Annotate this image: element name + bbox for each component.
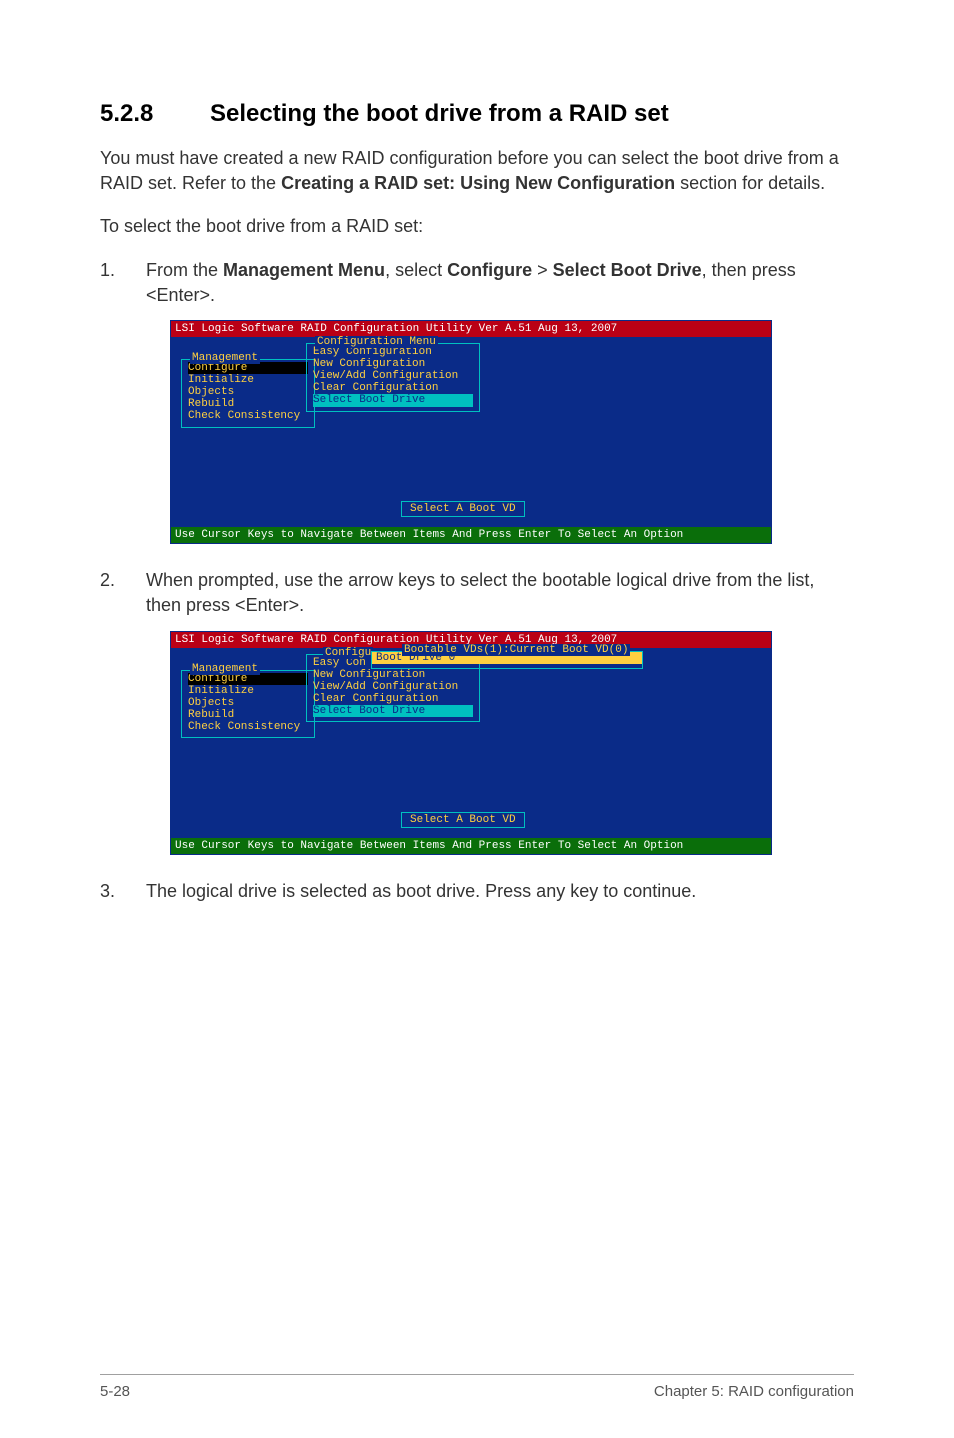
- mgmt-item-objects[interactable]: Objects: [188, 386, 308, 398]
- bios-console-1: LSI Logic Software RAID Configuration Ut…: [170, 320, 772, 544]
- step-3-body: The logical drive is selected as boot dr…: [146, 879, 854, 904]
- step-2: 2. When prompted, use the arrow keys to …: [100, 568, 854, 618]
- step-2-number: 2.: [100, 568, 118, 618]
- console-2-body: Management Configure Initialize Objects …: [171, 648, 771, 838]
- step-3-number: 3.: [100, 879, 118, 904]
- bios-console-2: LSI Logic Software RAID Configuration Ut…: [170, 631, 772, 855]
- console-1-body: Management Configure Initialize Objects …: [171, 337, 771, 527]
- step-1-bold: Select Boot Drive: [553, 260, 702, 280]
- configuration-menu-box: Configuration Menu Easy Configuration Ne…: [306, 343, 480, 411]
- cfg-item-view-add[interactable]: View/Add Configuration: [313, 681, 473, 693]
- cfg-item-clear[interactable]: Clear Configuration: [313, 382, 473, 394]
- intro-bold: Creating a RAID set: Using New Configura…: [281, 173, 675, 193]
- step-1-text: From the: [146, 260, 223, 280]
- section-number: 5.2.8: [100, 100, 210, 128]
- cfg-item-clear[interactable]: Clear Configuration: [313, 693, 473, 705]
- step-1-text: , select: [385, 260, 447, 280]
- cfg-item-select-boot-drive[interactable]: Select Boot Drive: [313, 705, 473, 717]
- intro-post: section for details.: [675, 173, 825, 193]
- mgmt-item-check-consistency[interactable]: Check Consistency: [188, 410, 308, 422]
- step-1-text: >: [532, 260, 553, 280]
- management-menu-title: Management: [190, 352, 260, 364]
- cfg-item-view-add[interactable]: View/Add Configuration: [313, 370, 473, 382]
- management-menu-box: Management Configure Initialize Objects …: [181, 670, 315, 738]
- cfg-item-new[interactable]: New Configuration: [313, 669, 473, 681]
- configuration-menu-title-short: Configu: [323, 647, 373, 659]
- mgmt-item-rebuild[interactable]: Rebuild: [188, 709, 308, 721]
- footer-chapter-title: Chapter 5: RAID configuration: [654, 1383, 854, 1400]
- select-boot-vd-box: Select A Boot VD: [401, 812, 525, 828]
- bootable-vds-box: Bootable VDs(1):Current Boot VD(0) Boot …: [371, 651, 643, 669]
- cfg-item-select-boot-drive[interactable]: Select Boot Drive: [313, 394, 473, 406]
- mgmt-item-rebuild[interactable]: Rebuild: [188, 398, 308, 410]
- lead-paragraph: To select the boot drive from a RAID set…: [100, 214, 854, 239]
- console-1-top-bar: LSI Logic Software RAID Configuration Ut…: [171, 321, 771, 337]
- cfg-item-new[interactable]: New Configuration: [313, 358, 473, 370]
- bootable-vds-title: Bootable VDs(1):Current Boot VD(0): [402, 644, 630, 656]
- footer-page-number: 5-28: [100, 1383, 130, 1400]
- management-menu-box: Management Configure Initialize Objects …: [181, 359, 315, 427]
- section-heading: 5.2.8Selecting the boot drive from a RAI…: [100, 100, 854, 128]
- mgmt-item-check-consistency[interactable]: Check Consistency: [188, 721, 308, 733]
- page-footer: 5-28 Chapter 5: RAID configuration: [100, 1374, 854, 1400]
- console-1-bottom-bar: Use Cursor Keys to Navigate Between Item…: [171, 527, 771, 543]
- step-1-bold: Configure: [447, 260, 532, 280]
- mgmt-item-objects[interactable]: Objects: [188, 697, 308, 709]
- step-1-body: From the Management Menu, select Configu…: [146, 258, 854, 308]
- management-menu-title: Management: [190, 663, 260, 675]
- mgmt-item-initialize[interactable]: Initialize: [188, 685, 308, 697]
- console-2-bottom-bar: Use Cursor Keys to Navigate Between Item…: [171, 838, 771, 854]
- step-3: 3. The logical drive is selected as boot…: [100, 879, 854, 904]
- step-1: 1. From the Management Menu, select Conf…: [100, 258, 854, 308]
- mgmt-item-initialize[interactable]: Initialize: [188, 374, 308, 386]
- step-2-body: When prompted, use the arrow keys to sel…: [146, 568, 854, 618]
- intro-paragraph: You must have created a new RAID configu…: [100, 146, 854, 196]
- step-1-number: 1.: [100, 258, 118, 308]
- section-title: Selecting the boot drive from a RAID set: [210, 100, 669, 127]
- select-boot-vd-box: Select A Boot VD: [401, 501, 525, 517]
- step-1-bold: Management Menu: [223, 260, 385, 280]
- configuration-menu-title: Configuration Menu: [315, 336, 438, 348]
